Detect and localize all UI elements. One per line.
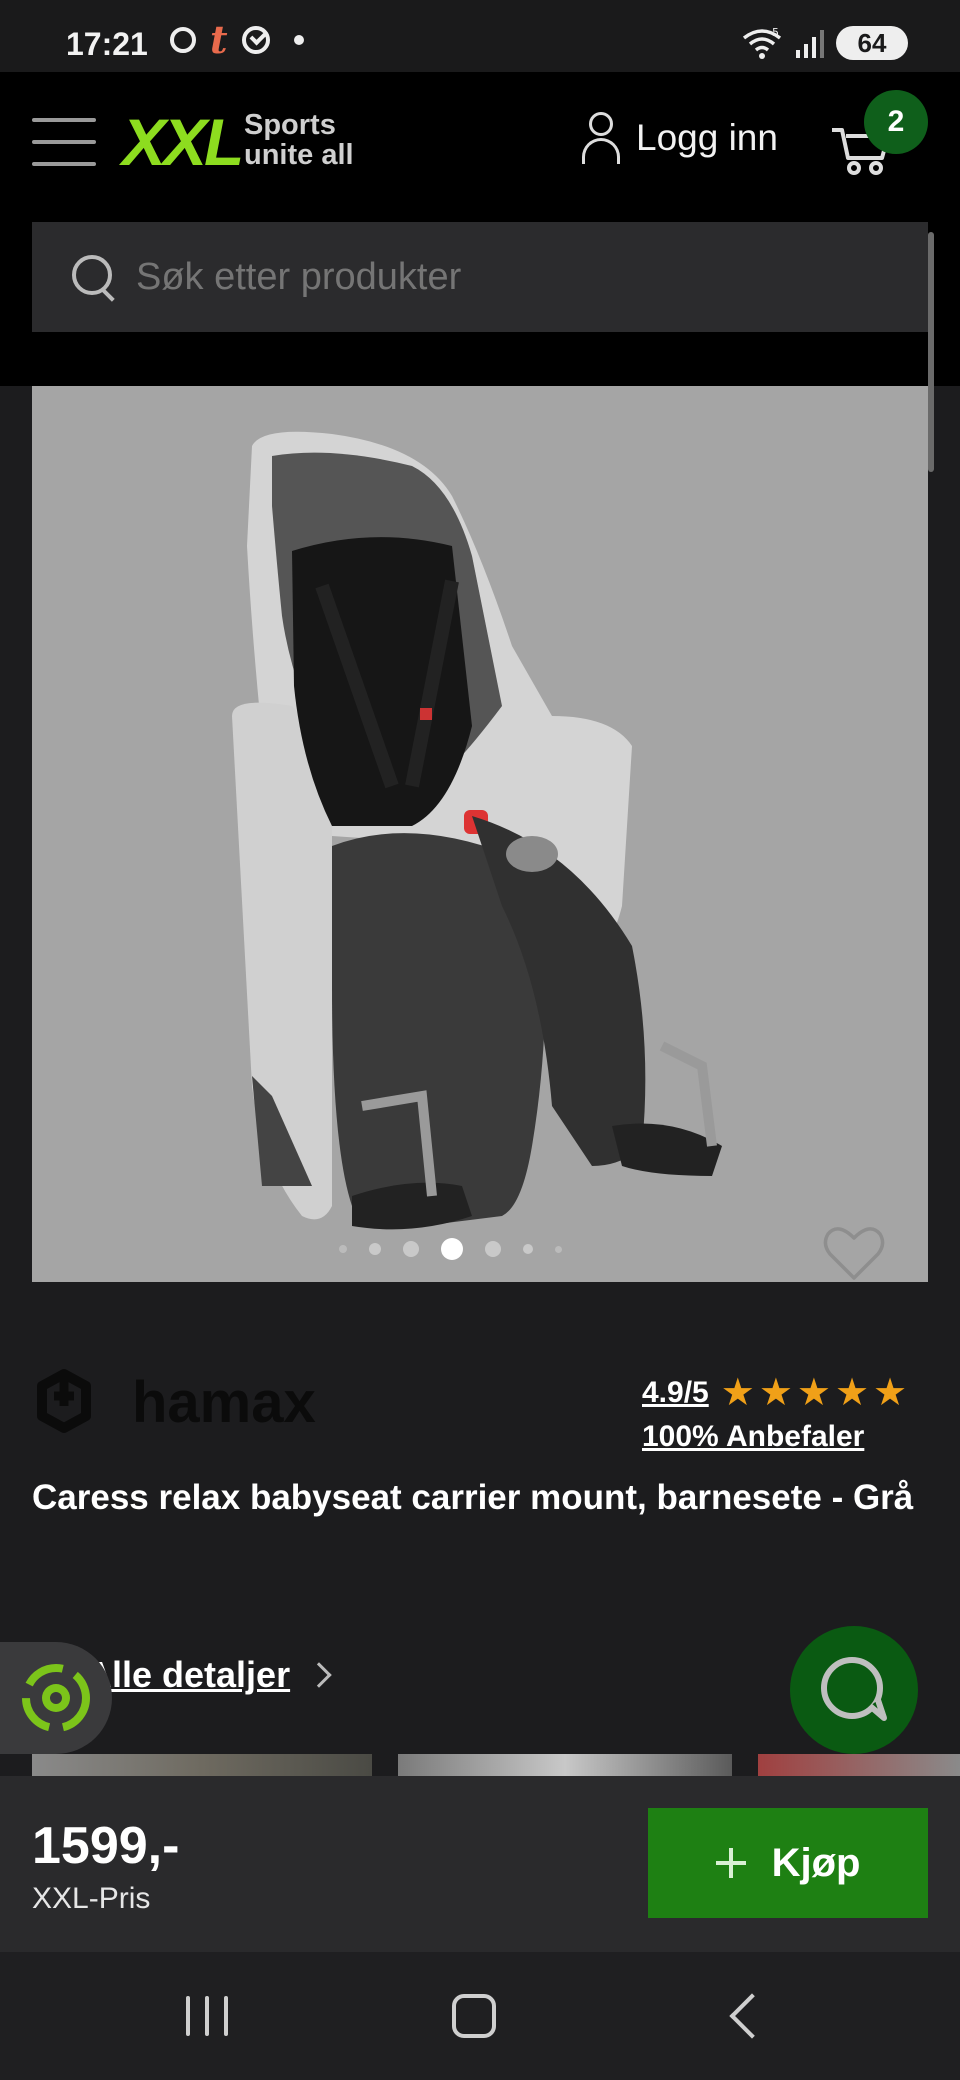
site-header: XXL Sports unite all Logg inn 2	[0, 72, 960, 472]
favorite-heart-icon[interactable]	[822, 1224, 886, 1282]
product-image	[232, 431, 722, 1230]
star-icon: ★	[720, 1372, 755, 1414]
star-icon: ★	[873, 1372, 908, 1414]
product-price: 1599,-	[32, 1817, 180, 1875]
product-rating[interactable]: 4.9/5 ★ ★ ★ ★ ★	[642, 1374, 907, 1412]
buy-button[interactable]: Kjøp	[648, 1808, 928, 1918]
price-label: XXL-Pris	[32, 1882, 151, 1915]
buy-bar: 1599,- XXL-Pris Kjøp	[0, 1776, 960, 1952]
gallery-dot-active[interactable]	[440, 1238, 463, 1260]
plus-icon	[715, 1848, 746, 1878]
chat-button[interactable]	[790, 1626, 918, 1754]
search-icon	[70, 253, 118, 301]
status-time: 17:21	[66, 26, 148, 62]
thumbnail[interactable]	[758, 1754, 960, 1776]
status-system-icons: 5 64	[740, 26, 908, 60]
check-circle-icon	[241, 26, 270, 54]
xxl-logo[interactable]: XXL	[122, 106, 244, 178]
all-details-link[interactable]: Alle detaljer	[86, 1654, 290, 1696]
search-input[interactable]	[136, 255, 896, 299]
battery-indicator: 64	[836, 26, 908, 60]
half-circle-icon	[170, 27, 196, 53]
gallery-dot[interactable]	[522, 1244, 533, 1254]
signal-tag: 5	[772, 26, 779, 39]
recommend-link[interactable]: 100% Anbefaler	[642, 1420, 864, 1454]
thumbnail[interactable]	[398, 1754, 732, 1776]
recycle-icon	[22, 1664, 90, 1732]
recent-apps-icon[interactable]	[186, 1996, 228, 2036]
thumbnail[interactable]	[32, 1754, 372, 1776]
cell-signal-icon	[796, 30, 824, 58]
gallery-dot[interactable]	[402, 1241, 419, 1257]
star-icon: ★	[834, 1372, 870, 1414]
rating-score[interactable]: 4.9/5	[642, 1376, 709, 1410]
back-icon[interactable]	[729, 1993, 775, 2039]
login-button[interactable]: Logg inn	[580, 112, 778, 164]
status-notification-icons: t	[170, 17, 304, 62]
status-bar: 17:21 t 5 64	[0, 0, 960, 72]
wifi-icon: 5	[742, 26, 782, 59]
hamax-logo: hamax	[37, 1369, 316, 1435]
gallery-dot[interactable]	[554, 1245, 562, 1253]
gallery-pagination[interactable]	[32, 1238, 898, 1260]
login-label: Logg inn	[636, 117, 778, 158]
brand-name: hamax	[132, 1370, 316, 1435]
cart-count-badge[interactable]: 2	[864, 90, 928, 154]
brand-logo[interactable]: hamax	[32, 1366, 362, 1451]
eco-badge[interactable]	[0, 1642, 112, 1754]
scrollbar[interactable]	[928, 232, 934, 472]
tagline-line-2: unite all	[244, 139, 354, 171]
search-bar[interactable]	[32, 222, 928, 332]
chat-icon	[821, 1657, 887, 1721]
t-app-icon: t	[210, 17, 228, 62]
system-navigation-bar	[0, 1952, 960, 2080]
tagline-line-1: Sports	[244, 109, 336, 141]
product-title: Caress relax babyseat carrier mount, bar…	[32, 1478, 914, 1517]
menu-icon[interactable]	[32, 118, 96, 166]
gallery-dot[interactable]	[484, 1241, 501, 1257]
more-notifications-icon	[293, 35, 304, 45]
star-icon: ★	[758, 1372, 793, 1414]
home-icon[interactable]	[452, 1994, 496, 2038]
product-image-gallery[interactable]	[32, 386, 928, 1282]
gallery-dot[interactable]	[368, 1243, 381, 1255]
rating-stars: ★ ★ ★ ★ ★	[721, 1374, 907, 1412]
related-images-strip[interactable]	[32, 1754, 960, 1776]
star-icon: ★	[796, 1372, 831, 1414]
user-icon	[580, 112, 622, 164]
buy-label: Kjøp	[771, 1840, 861, 1885]
battery-level: 64	[857, 27, 887, 58]
gallery-dot[interactable]	[338, 1245, 347, 1253]
chevron-right-icon	[306, 1662, 332, 1688]
logo-tagline: Sports unite all	[244, 110, 354, 170]
